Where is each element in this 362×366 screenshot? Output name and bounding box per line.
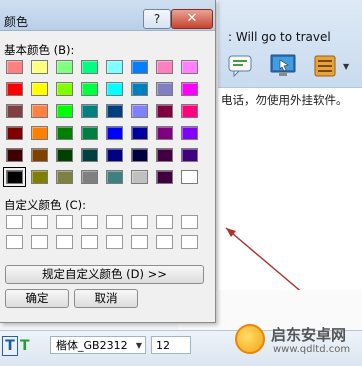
color-swatch[interactable] bbox=[156, 148, 173, 162]
define-custom-colors-button[interactable]: 规定自定义颜色 (D) >> bbox=[5, 265, 204, 284]
color-swatch[interactable] bbox=[131, 170, 148, 184]
color-swatch[interactable] bbox=[156, 104, 173, 118]
color-swatch[interactable] bbox=[131, 60, 148, 74]
app-dropdown-icon[interactable]: ▼ bbox=[343, 62, 349, 71]
dialog-title: 颜色 bbox=[4, 15, 29, 29]
custom-color-swatch[interactable] bbox=[81, 215, 98, 229]
font-select-value: 楷体_GB2312 bbox=[56, 339, 128, 352]
color-swatch[interactable] bbox=[181, 82, 198, 96]
color-swatch[interactable] bbox=[106, 82, 123, 96]
custom-color-swatch[interactable] bbox=[181, 235, 198, 249]
chevron-down-icon: ▼ bbox=[135, 341, 142, 350]
color-swatch[interactable] bbox=[81, 82, 98, 96]
text-color-icon[interactable]: T bbox=[20, 338, 30, 354]
color-swatch[interactable] bbox=[56, 170, 73, 184]
custom-color-swatch[interactable] bbox=[56, 235, 73, 249]
font-size-value: 12 bbox=[156, 339, 170, 352]
color-swatch[interactable] bbox=[106, 148, 123, 162]
custom-color-swatch[interactable] bbox=[131, 235, 148, 249]
color-swatch[interactable] bbox=[81, 148, 98, 162]
color-swatch[interactable] bbox=[6, 148, 23, 162]
ok-button[interactable]: 确定 bbox=[5, 289, 69, 308]
color-swatch[interactable] bbox=[106, 126, 123, 140]
color-swatch[interactable] bbox=[156, 126, 173, 140]
color-swatch[interactable] bbox=[56, 60, 73, 74]
color-swatch[interactable] bbox=[31, 148, 48, 162]
custom-color-swatch[interactable] bbox=[31, 235, 48, 249]
watermark-logo bbox=[235, 324, 265, 354]
font-select[interactable]: 楷体_GB2312 ▼ bbox=[50, 336, 146, 354]
color-swatch[interactable] bbox=[81, 104, 98, 118]
color-swatch[interactable] bbox=[181, 60, 198, 74]
color-swatch[interactable] bbox=[181, 126, 198, 140]
watermark-url: www.qdltd.com bbox=[273, 344, 351, 355]
custom-color-swatch[interactable] bbox=[106, 235, 123, 249]
color-swatch[interactable] bbox=[81, 170, 98, 184]
color-swatch[interactable] bbox=[31, 82, 48, 96]
color-swatch[interactable] bbox=[56, 82, 73, 96]
app-icon[interactable] bbox=[313, 54, 339, 78]
custom-color-swatch[interactable] bbox=[106, 215, 123, 229]
custom-color-swatch[interactable] bbox=[31, 215, 48, 229]
color-swatch[interactable] bbox=[156, 60, 173, 74]
watermark: 启东安卓网 www.qdltd.com bbox=[235, 322, 357, 362]
color-swatch[interactable] bbox=[6, 82, 23, 96]
custom-color-swatch[interactable] bbox=[131, 215, 148, 229]
color-swatch[interactable] bbox=[181, 170, 198, 184]
custom-color-swatch[interactable] bbox=[81, 235, 98, 249]
color-swatch[interactable] bbox=[131, 126, 148, 140]
cancel-button[interactable]: 取消 bbox=[74, 289, 138, 308]
color-swatch[interactable] bbox=[31, 104, 48, 118]
color-swatch[interactable] bbox=[131, 82, 148, 96]
basic-colors-label: 基本颜色 (B): bbox=[4, 43, 75, 57]
help-button[interactable]: ? bbox=[143, 9, 171, 29]
chat-message-area bbox=[218, 88, 362, 290]
chat-notice-text: 电话，勿使用外挂软件。 bbox=[221, 93, 348, 107]
color-swatch[interactable] bbox=[81, 60, 98, 74]
custom-color-swatch[interactable] bbox=[181, 215, 198, 229]
custom-color-swatch[interactable] bbox=[6, 235, 23, 249]
color-swatch[interactable] bbox=[6, 126, 23, 140]
custom-color-swatch[interactable] bbox=[156, 215, 173, 229]
font-size-select[interactable]: 12 bbox=[151, 336, 191, 354]
color-swatch[interactable] bbox=[156, 82, 173, 96]
color-swatch[interactable] bbox=[56, 148, 73, 162]
color-swatch[interactable] bbox=[31, 60, 48, 74]
color-swatch[interactable] bbox=[131, 104, 148, 118]
color-swatch[interactable] bbox=[156, 170, 173, 184]
message-icon[interactable] bbox=[228, 54, 254, 78]
color-swatch[interactable] bbox=[181, 104, 198, 118]
custom-color-swatch[interactable] bbox=[156, 235, 173, 249]
color-swatch[interactable] bbox=[181, 148, 198, 162]
custom-color-swatch[interactable] bbox=[56, 215, 73, 229]
text-style-icon[interactable]: T bbox=[2, 336, 18, 356]
color-swatch[interactable] bbox=[31, 170, 48, 184]
color-dialog: 颜色 ? ✕ 基本颜色 (B): 自定义颜色 (C): 规定自定义颜色 (D) … bbox=[0, 0, 216, 323]
color-swatch[interactable] bbox=[81, 126, 98, 140]
watermark-name: 启东安卓网 bbox=[271, 326, 347, 344]
chat-title: : Will go to travel bbox=[228, 30, 331, 44]
color-swatch[interactable] bbox=[106, 104, 123, 118]
color-swatch[interactable] bbox=[6, 104, 23, 118]
custom-colors-label: 自定义颜色 (C): bbox=[4, 198, 87, 212]
remote-desktop-icon[interactable] bbox=[270, 54, 296, 78]
color-swatch[interactable] bbox=[106, 60, 123, 74]
color-swatch[interactable] bbox=[6, 60, 23, 74]
close-button[interactable]: ✕ bbox=[171, 9, 213, 29]
color-swatch[interactable] bbox=[131, 148, 148, 162]
custom-color-swatch[interactable] bbox=[6, 215, 23, 229]
color-swatch[interactable] bbox=[3, 167, 26, 187]
color-swatch[interactable] bbox=[56, 104, 73, 118]
color-swatch[interactable] bbox=[106, 170, 123, 184]
color-swatch[interactable] bbox=[56, 126, 73, 140]
color-swatch[interactable] bbox=[31, 126, 48, 140]
